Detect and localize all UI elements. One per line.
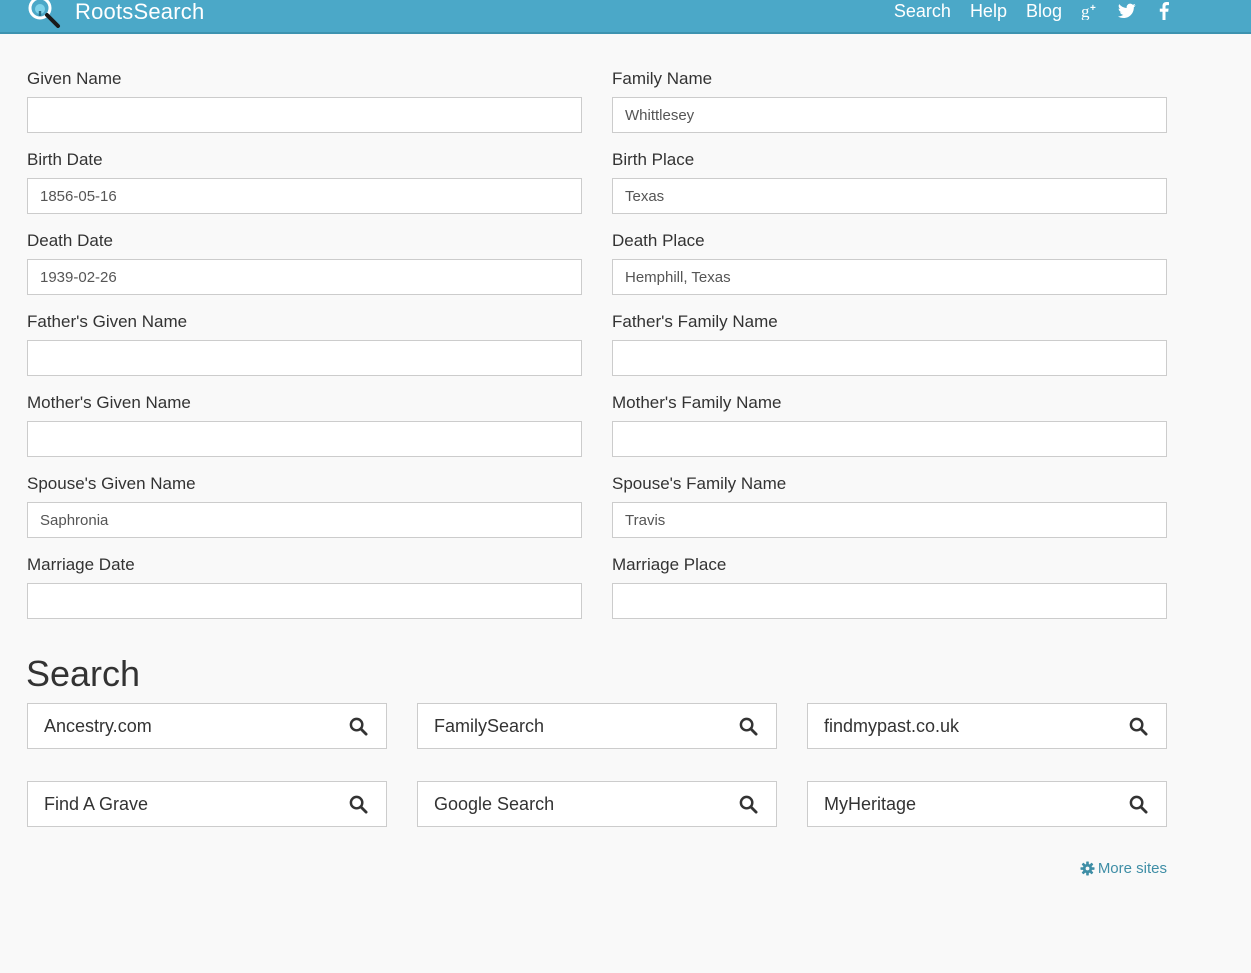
birth-date-label: Birth Date (27, 150, 103, 169)
nav-links: Search Help Blog g + (894, 0, 1173, 22)
site-name: Google Search (434, 793, 555, 814)
search-form: Given Name Family Name Birth Date Birth … (27, 68, 1167, 635)
given-name-group: Given Name (27, 68, 582, 149)
search-icon (348, 794, 368, 814)
death-date-input[interactable] (27, 259, 582, 295)
marriage-date-label: Marriage Date (27, 555, 135, 574)
mother-family-name-group: Mother's Family Name (612, 392, 1167, 473)
search-icon (738, 794, 758, 814)
site-button-ancestry[interactable]: Ancestry.com (27, 703, 387, 749)
marriage-place-input[interactable] (612, 583, 1167, 619)
father-given-name-label: Father's Given Name (27, 312, 188, 331)
birth-place-group: Birth Place (612, 149, 1167, 230)
birth-place-label: Birth Place (612, 150, 695, 169)
death-place-group: Death Place (612, 230, 1167, 311)
father-family-name-label: Father's Family Name (612, 312, 778, 331)
svg-text:+: + (1090, 3, 1096, 14)
brand-link[interactable]: RootsSearch (26, 0, 204, 30)
search-heading: Search (26, 653, 141, 694)
form-row: Spouse's Given Name Spouse's Family Name (27, 473, 1167, 554)
form-row: Mother's Given Name Mother's Family Name (27, 392, 1167, 473)
spouse-given-name-group: Spouse's Given Name (27, 473, 582, 554)
father-given-name-group: Father's Given Name (27, 311, 582, 392)
mother-given-name-group: Mother's Given Name (27, 392, 582, 473)
form-row: Death Date Death Place (27, 230, 1167, 311)
family-name-group: Family Name (612, 68, 1167, 149)
form-row: Given Name Family Name (27, 68, 1167, 149)
spouse-given-name-input[interactable] (27, 502, 582, 538)
death-date-group: Death Date (27, 230, 582, 311)
top-navbar: RootsSearch Search Help Blog g + (0, 0, 1251, 34)
site-button-familysearch[interactable]: FamilySearch (417, 703, 777, 749)
gear-icon (1080, 861, 1095, 876)
nav-link-search[interactable]: Search (894, 0, 951, 22)
facebook-icon[interactable] (1155, 2, 1173, 20)
site-button-findmypast[interactable]: findmypast.co.uk (807, 703, 1167, 749)
search-icon (1128, 794, 1148, 814)
birth-place-input[interactable] (612, 178, 1167, 214)
svg-text:g: g (1081, 2, 1090, 20)
death-place-label: Death Place (612, 231, 705, 250)
nav-link-help[interactable]: Help (970, 0, 1007, 22)
father-family-name-input[interactable] (612, 340, 1167, 376)
marriage-place-label: Marriage Place (612, 555, 727, 574)
site-name: findmypast.co.uk (824, 715, 960, 736)
site-name: MyHeritage (824, 793, 917, 814)
mother-given-name-label: Mother's Given Name (27, 393, 191, 412)
spouse-family-name-label: Spouse's Family Name (612, 474, 787, 493)
spouse-given-name-label: Spouse's Given Name (27, 474, 196, 493)
family-name-input[interactable] (612, 97, 1167, 133)
form-row: Marriage Date Marriage Place (27, 554, 1167, 635)
search-icon (738, 716, 758, 736)
marriage-date-input[interactable] (27, 583, 582, 619)
birth-date-input[interactable] (27, 178, 582, 214)
site-name: Find A Grave (44, 793, 149, 814)
spouse-family-name-input[interactable] (612, 502, 1167, 538)
search-icon (1128, 716, 1148, 736)
father-family-name-group: Father's Family Name (612, 311, 1167, 392)
twitter-icon[interactable] (1118, 2, 1136, 20)
death-date-label: Death Date (27, 231, 113, 250)
mother-family-name-input[interactable] (612, 421, 1167, 457)
search-sites: Ancestry.com FamilySearch findmypast.co.… (27, 703, 1167, 859)
site-button-google[interactable]: Google Search (417, 781, 777, 827)
form-row: Birth Date Birth Place (27, 149, 1167, 230)
google-plus-icon[interactable]: g + (1081, 2, 1099, 20)
mother-family-name-label: Mother's Family Name (612, 393, 782, 412)
given-name-label: Given Name (27, 69, 122, 88)
spouse-family-name-group: Spouse's Family Name (612, 473, 1167, 554)
marriage-place-group: Marriage Place (612, 554, 1167, 635)
brand-name: RootsSearch (75, 0, 205, 24)
site-row: Ancestry.com FamilySearch findmypast.co.… (27, 703, 1167, 749)
mother-given-name-input[interactable] (27, 421, 582, 457)
site-name: FamilySearch (434, 715, 545, 736)
family-name-label: Family Name (612, 69, 713, 88)
death-place-input[interactable] (612, 259, 1167, 295)
birth-date-group: Birth Date (27, 149, 582, 230)
more-sites-link[interactable]: More sites (1080, 860, 1167, 877)
form-row: Father's Given Name Father's Family Name (27, 311, 1167, 392)
site-button-findagrave[interactable]: Find A Grave (27, 781, 387, 827)
site-name: Ancestry.com (44, 715, 152, 736)
search-icon (348, 716, 368, 736)
nav-link-blog[interactable]: Blog (1026, 0, 1062, 22)
site-row: Find A Grave Google Search MyHeritage (27, 781, 1167, 827)
father-given-name-input[interactable] (27, 340, 582, 376)
site-button-myheritage[interactable]: MyHeritage (807, 781, 1167, 827)
given-name-input[interactable] (27, 97, 582, 133)
magnifier-tree-icon (26, 0, 62, 28)
more-sites-label: More sites (1097, 860, 1167, 877)
marriage-date-group: Marriage Date (27, 554, 582, 635)
